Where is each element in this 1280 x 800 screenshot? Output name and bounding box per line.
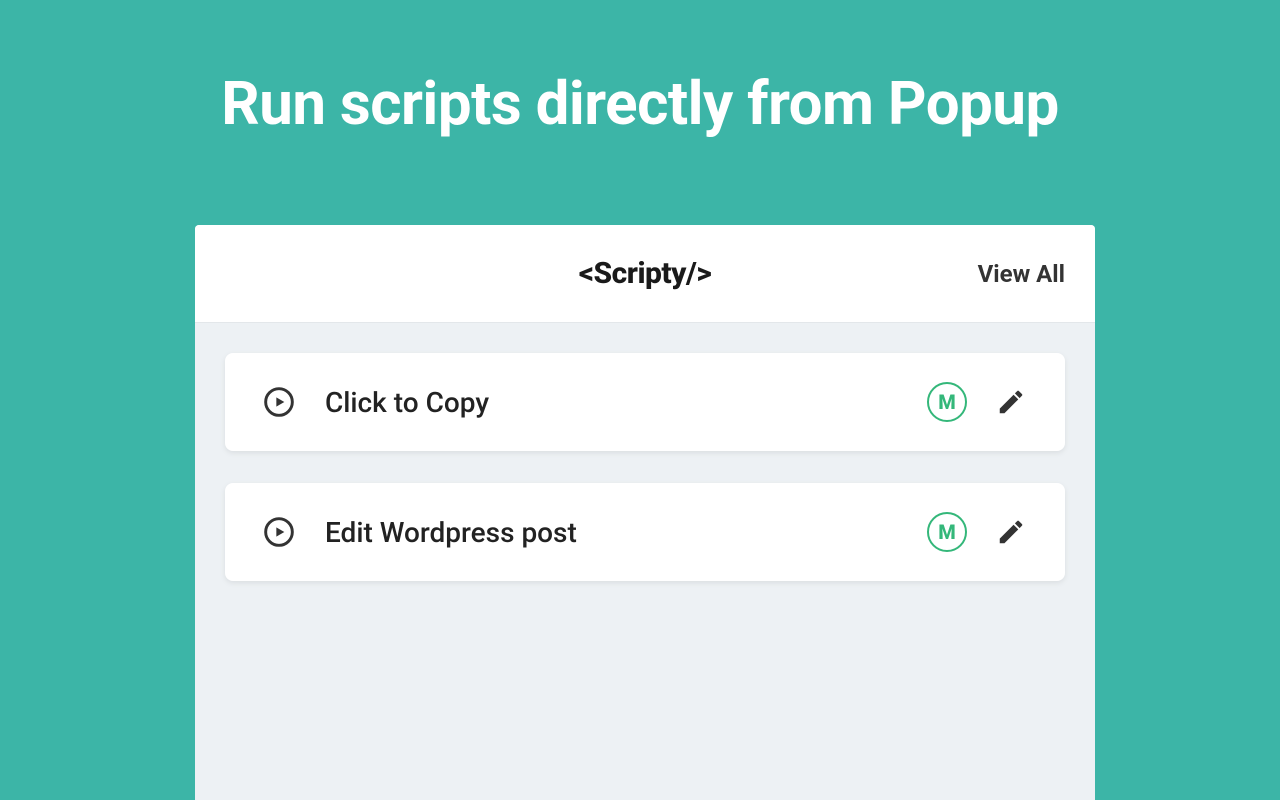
hero-title: Run scripts directly from Popup <box>0 0 1280 139</box>
script-name-label: Click to Copy <box>325 386 927 419</box>
script-list: Click to Copy M Edit Wordpress post M <box>195 323 1095 581</box>
edit-icon[interactable] <box>995 386 1027 418</box>
script-name-label: Edit Wordpress post <box>325 516 927 549</box>
edit-icon[interactable] <box>995 516 1027 548</box>
popup-title: <Scripty/> <box>579 256 712 291</box>
popup-header: <Scripty/> View All <box>195 225 1095 323</box>
view-all-link[interactable]: View All <box>978 260 1065 288</box>
script-card: Edit Wordpress post M <box>225 483 1065 581</box>
extension-popup: <Scripty/> View All Click to Copy M <box>195 225 1095 800</box>
play-icon[interactable] <box>263 386 295 418</box>
script-card: Click to Copy M <box>225 353 1065 451</box>
mode-badge: M <box>927 512 967 552</box>
play-icon[interactable] <box>263 516 295 548</box>
mode-badge: M <box>927 382 967 422</box>
